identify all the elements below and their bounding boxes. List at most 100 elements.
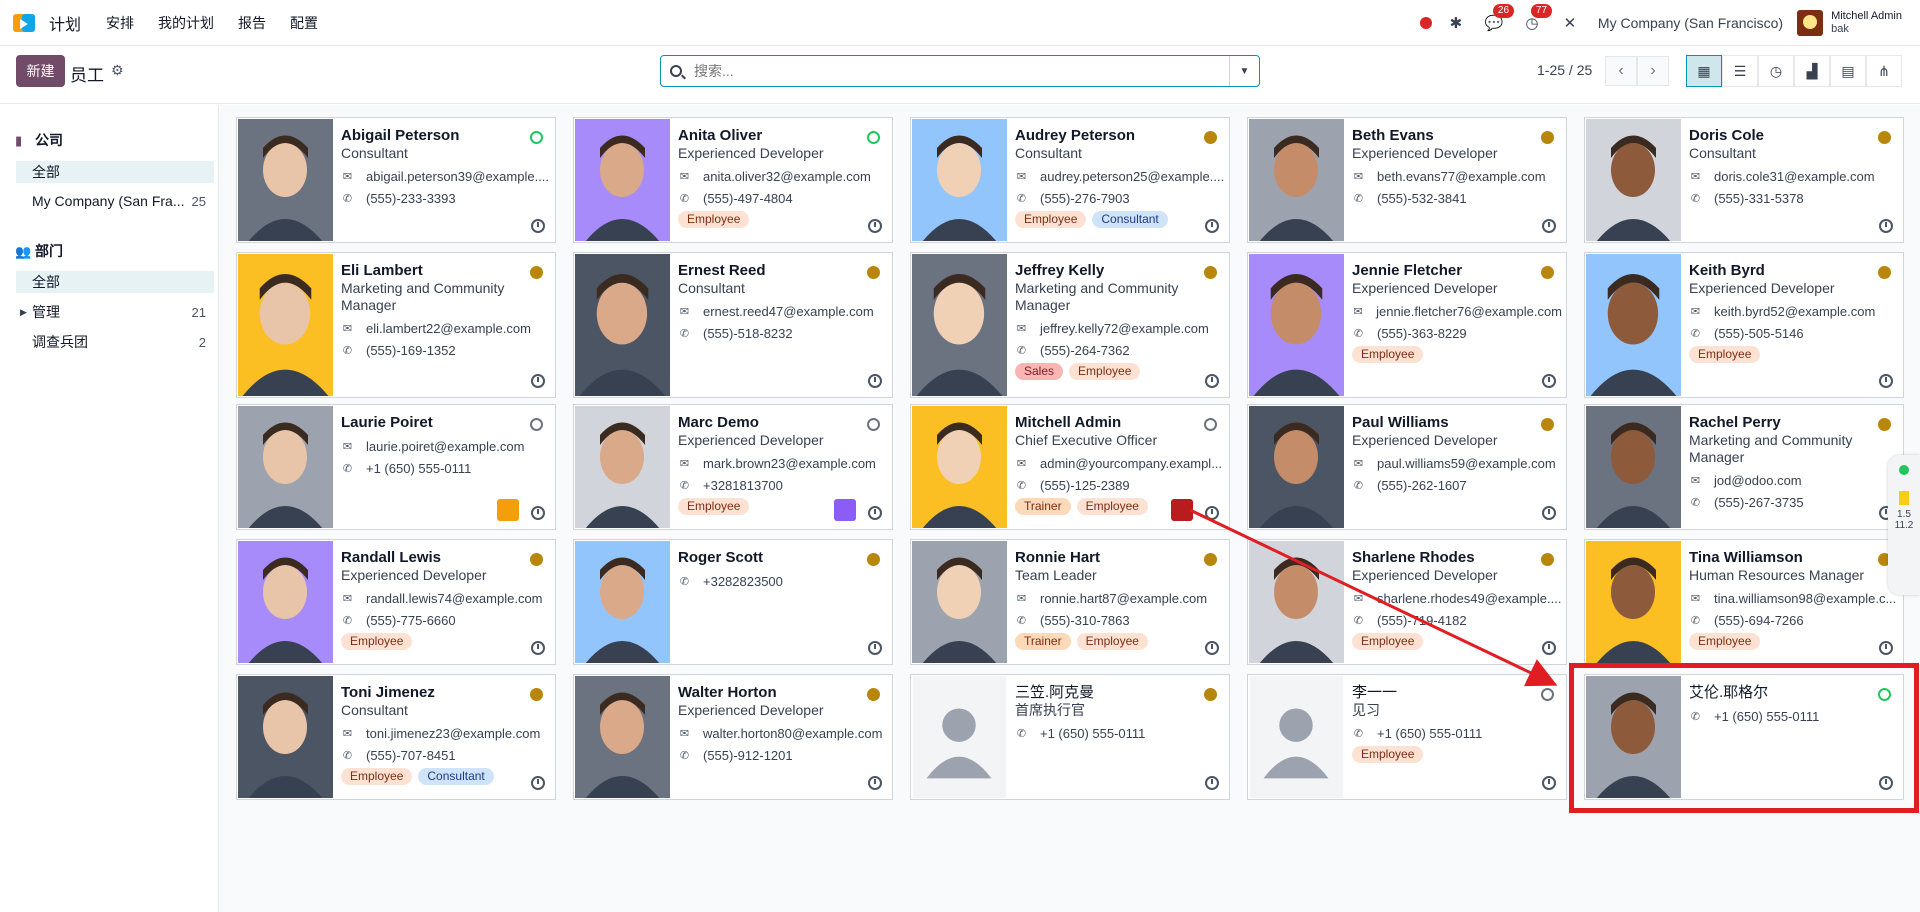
clock-icon[interactable] (868, 641, 882, 655)
employee-photo[interactable] (575, 119, 670, 241)
page-title[interactable]: 员工 (70, 61, 104, 86)
clock-icon[interactable] (1542, 374, 1556, 388)
department-filter-survey-corps[interactable]: 调查兵团 2 (16, 331, 214, 353)
employee-photo[interactable] (238, 676, 333, 798)
employee-photo[interactable] (1586, 119, 1681, 241)
employee-photo[interactable] (238, 254, 333, 396)
employee-photo[interactable] (1586, 541, 1681, 663)
manager-avatar[interactable] (834, 499, 856, 521)
menu-configuration[interactable]: 配置 (290, 13, 318, 33)
hierarchy-view-button[interactable]: ⋔ (1866, 55, 1902, 87)
clock-icon[interactable] (1205, 219, 1219, 233)
employee-card[interactable]: Eli Lambert Marketing and Community Manag… (236, 252, 556, 398)
employee-photo[interactable] (238, 119, 333, 241)
employee-photo[interactable] (1249, 406, 1344, 528)
employee-photo[interactable] (575, 676, 670, 798)
employee-card[interactable]: Tina Williamson Human Resources Manager ✉ t… (1584, 539, 1904, 665)
clock-icon[interactable] (1879, 641, 1893, 655)
clock-icon[interactable] (531, 776, 545, 790)
employee-card[interactable]: Jeffrey Kelly Marketing and Community Man… (910, 252, 1230, 398)
user-avatar[interactable] (1797, 10, 1824, 36)
planning-app-icon[interactable] (13, 12, 39, 34)
employee-card[interactable]: Jennie Fletcher Experienced Developer ✉ jen… (1247, 252, 1567, 398)
menu-my-planning[interactable]: 我的计划 (158, 13, 214, 33)
company-filter-my-company[interactable]: My Company (San Fra... 25 (16, 190, 214, 212)
company-filter-all[interactable]: 全部 (16, 161, 214, 183)
employee-card[interactable]: 李一一 见习 ✆ +1 (650) 555-0111 Employee (1247, 674, 1567, 800)
employee-photo[interactable] (1586, 406, 1681, 528)
network-speed-widget[interactable]: 1.5 11.2 (1888, 455, 1920, 595)
employee-card[interactable]: Toni Jimenez Consultant ✉ toni.jimenez23@ex… (236, 674, 556, 800)
employee-card[interactable]: Ronnie Hart Team Leader ✉ ronnie.hart87@exa… (910, 539, 1230, 665)
search-options-toggle[interactable]: ▼ (1229, 56, 1259, 86)
employee-card[interactable]: Anita Oliver Experienced Developer ✉ anita.… (573, 117, 893, 243)
clock-icon[interactable] (868, 219, 882, 233)
employee-photo[interactable] (1586, 254, 1681, 396)
bug-icon[interactable]: ✱ (1446, 13, 1466, 33)
company-switcher[interactable]: My Company (San Francisco) (1598, 15, 1783, 31)
tools-icon[interactable]: ✕ (1560, 13, 1580, 33)
employee-card[interactable]: Beth Evans Experienced Developer ✉ beth.eva… (1247, 117, 1567, 243)
menu-schedule[interactable]: 安排 (106, 13, 134, 33)
employee-card[interactable]: Roger Scott ✆ +3282823500 (573, 539, 893, 665)
list-view-button[interactable]: ☰ (1722, 55, 1758, 87)
pager-next-button[interactable]: › (1637, 56, 1669, 86)
employee-photo[interactable] (1249, 119, 1344, 241)
employee-photo[interactable] (575, 541, 670, 663)
clock-icon[interactable] (1205, 506, 1219, 520)
kanban-view-button[interactable]: ▦ (1686, 55, 1722, 87)
employee-photo[interactable] (575, 254, 670, 396)
clock-icon[interactable] (1879, 219, 1893, 233)
clock-icon[interactable] (1542, 219, 1556, 233)
app-name[interactable]: 计划 (49, 11, 81, 35)
employee-card[interactable]: Keith Byrd Experienced Developer ✉ keith.by… (1584, 252, 1904, 398)
activity-view-button[interactable]: ◷ (1758, 55, 1794, 87)
clock-icon[interactable] (1205, 374, 1219, 388)
gear-icon[interactable]: ⚙ (111, 62, 124, 79)
clock-icon[interactable] (1542, 776, 1556, 790)
clock-icon[interactable] (1542, 641, 1556, 655)
employee-photo[interactable] (238, 541, 333, 663)
clock-icon[interactable] (531, 219, 545, 233)
employee-card[interactable]: Audrey Peterson Consultant ✉ audrey.peterso… (910, 117, 1230, 243)
department-filter-management[interactable]: ▶ 管理 21 (16, 301, 214, 323)
manager-avatar[interactable] (497, 499, 519, 521)
employee-photo[interactable] (1249, 541, 1344, 663)
clock-icon[interactable] (531, 506, 545, 520)
caret-right-icon[interactable]: ▶ (20, 307, 27, 318)
employee-photo[interactable] (912, 541, 1007, 663)
department-filter-all[interactable]: 全部 (16, 271, 214, 293)
pager-previous-button[interactable]: ‹ (1605, 56, 1637, 86)
clock-icon[interactable] (1205, 641, 1219, 655)
employee-card[interactable]: 三笠.阿克曼 首席执行官 ✆ +1 (650) 555-0111 (910, 674, 1230, 800)
record-indicator-icon[interactable] (1419, 17, 1432, 29)
employee-card[interactable]: Abigail Peterson Consultant ✉ abigail.peter… (236, 117, 556, 243)
pivot-view-button[interactable]: ▤ (1830, 55, 1866, 87)
employee-card[interactable]: Marc Demo Experienced Developer ✉ mark.brow… (573, 404, 893, 530)
employee-photo[interactable] (912, 676, 1007, 798)
clock-icon[interactable] (531, 374, 545, 388)
clock-icon[interactable] (1205, 776, 1219, 790)
employee-photo[interactable] (912, 119, 1007, 241)
user-menu[interactable]: Mitchell Admin bak (1831, 10, 1902, 36)
clock-icon[interactable] (868, 506, 882, 520)
employee-card[interactable]: Doris Cole Consultant ✉ doris.cole31@exampl… (1584, 117, 1904, 243)
employee-card[interactable]: Walter Horton Experienced Developer ✉ walte… (573, 674, 893, 800)
clock-icon[interactable] (531, 641, 545, 655)
employee-photo[interactable] (1249, 254, 1344, 396)
clock-icon[interactable] (868, 776, 882, 790)
employee-photo[interactable] (238, 406, 333, 528)
employee-card[interactable]: Sharlene Rhodes Experienced Developer ✉ sha… (1247, 539, 1567, 665)
employee-card[interactable]: Paul Williams Experienced Developer ✉ paul.… (1247, 404, 1567, 530)
employee-card[interactable]: Laurie Poiret ✉ laurie.poiret@example.com ✆… (236, 404, 556, 530)
menu-reporting[interactable]: 报告 (238, 13, 266, 33)
new-button[interactable]: 新建 (16, 55, 65, 87)
employee-card[interactable]: Mitchell Admin Chief Executive Officer ✉ ad… (910, 404, 1230, 530)
employee-card[interactable]: Rachel Perry Marketing and Community Mana… (1584, 404, 1904, 530)
manager-avatar[interactable] (1171, 499, 1193, 521)
employee-photo[interactable] (912, 406, 1007, 528)
employee-photo[interactable] (575, 406, 670, 528)
employee-card[interactable]: Randall Lewis Experienced Developer ✉ randa… (236, 539, 556, 665)
messages-icon[interactable]: 💬 26 (1484, 4, 1515, 33)
employee-photo[interactable] (1249, 676, 1344, 798)
